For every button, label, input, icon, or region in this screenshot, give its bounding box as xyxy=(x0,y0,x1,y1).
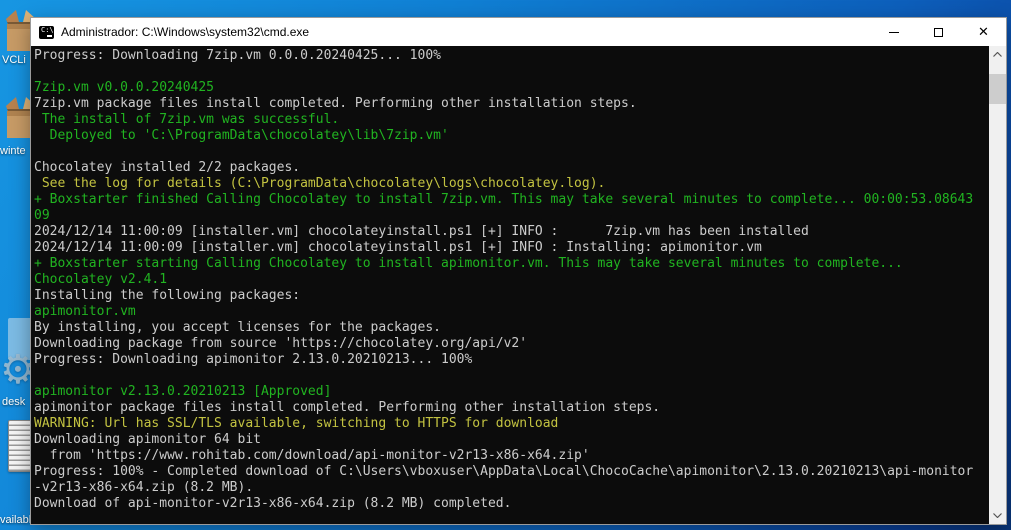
console-line: See the log for details (C:\ProgramData\… xyxy=(34,176,606,191)
console-line: from 'https://www.rohitab.com/download/a… xyxy=(34,448,590,463)
close-icon: ✕ xyxy=(978,24,989,40)
cmd-app-icon[interactable]: C:\ xyxy=(39,25,54,39)
desktop-icon-settings[interactable]: ⚙ xyxy=(0,318,36,396)
console-line: 2024/12/14 11:00:09 [installer.vm] choco… xyxy=(34,224,809,239)
desktop-icon-label: desk xyxy=(2,396,26,408)
desktop-icon-list-file[interactable] xyxy=(8,420,32,472)
console-line: apimonitor.vm xyxy=(34,304,136,319)
window-title: Administrador: C:\Windows\system32\cmd.e… xyxy=(61,25,310,39)
desktop-icon-label: VCLi xyxy=(2,54,26,66)
desktop-background: VCLi winte ⚙ desk vailabl C:\ Administra… xyxy=(0,0,1011,530)
minimize-icon xyxy=(888,31,899,33)
vertical-scrollbar[interactable] xyxy=(989,46,1006,524)
console-line: Progress: Downloading apimonitor 2.13.0.… xyxy=(34,352,473,367)
console-line: Installing the following packages: xyxy=(34,288,301,303)
console-line: 2024/12/14 11:00:09 [installer.vm] choco… xyxy=(34,240,762,255)
maximize-icon xyxy=(934,27,943,37)
console-line: Progress: 100% - Completed download of C… xyxy=(34,464,974,479)
console-line: 09 xyxy=(34,208,50,223)
console-line: Chocolatey v2.4.1 xyxy=(34,272,168,287)
scroll-down-button[interactable] xyxy=(989,507,1006,524)
scrollbar-thumb[interactable] xyxy=(989,74,1006,104)
cmd-window: C:\ Administrador: C:\Windows\system32\c… xyxy=(30,17,1007,525)
close-button[interactable]: ✕ xyxy=(961,18,1006,46)
console-line: + Boxstarter finished Calling Chocolatey… xyxy=(34,192,974,207)
console[interactable]: Progress: Downloading 7zip.vm 0.0.0.2024… xyxy=(31,46,989,524)
console-line: Downloading package from source 'https:/… xyxy=(34,336,528,351)
console-line: apimonitor v2.13.0.20210213 [Approved] xyxy=(34,384,332,399)
console-line: Deployed to 'C:\ProgramData\chocolatey\l… xyxy=(34,128,449,143)
console-line: 7zip.vm v0.0.0.20240425 xyxy=(34,80,215,95)
console-line: + Boxstarter starting Calling Chocolatey… xyxy=(34,256,903,271)
console-line: -v2r13-x86-x64.zip (8.2 MB). xyxy=(34,480,254,495)
minimize-button[interactable] xyxy=(871,18,916,46)
desktop-icon-label: vailabl xyxy=(0,514,32,526)
scroll-up-button[interactable] xyxy=(989,46,1006,63)
desktop-icon-label: winte xyxy=(0,145,26,157)
console-line: Chocolatey installed 2/2 packages. xyxy=(34,160,301,175)
console-output: Progress: Downloading 7zip.vm 0.0.0.2024… xyxy=(34,48,989,512)
console-line: The install of 7zip.vm was successful. xyxy=(34,112,340,127)
title-bar[interactable]: C:\ Administrador: C:\Windows\system32\c… xyxy=(31,18,1006,46)
list-file-icon xyxy=(8,420,32,472)
console-line: 7zip.vm package files install completed.… xyxy=(34,96,637,111)
maximize-button[interactable] xyxy=(916,18,961,46)
console-line: Progress: Downloading 7zip.vm 0.0.0.2024… xyxy=(34,48,441,63)
console-line: apimonitor package files install complet… xyxy=(34,400,661,415)
cmd-icon-text: C:\ xyxy=(41,25,54,34)
console-line: Downloading apimonitor 64 bit xyxy=(34,432,261,447)
console-line: Download of api-monitor-v2r13-x86-x64.zi… xyxy=(34,496,512,511)
chevron-up-icon xyxy=(993,52,1002,57)
chevron-down-icon xyxy=(993,513,1002,518)
console-line: By installing, you accept licenses for t… xyxy=(34,320,441,335)
console-line: WARNING: Url has SSL/TLS available, swit… xyxy=(34,416,559,431)
